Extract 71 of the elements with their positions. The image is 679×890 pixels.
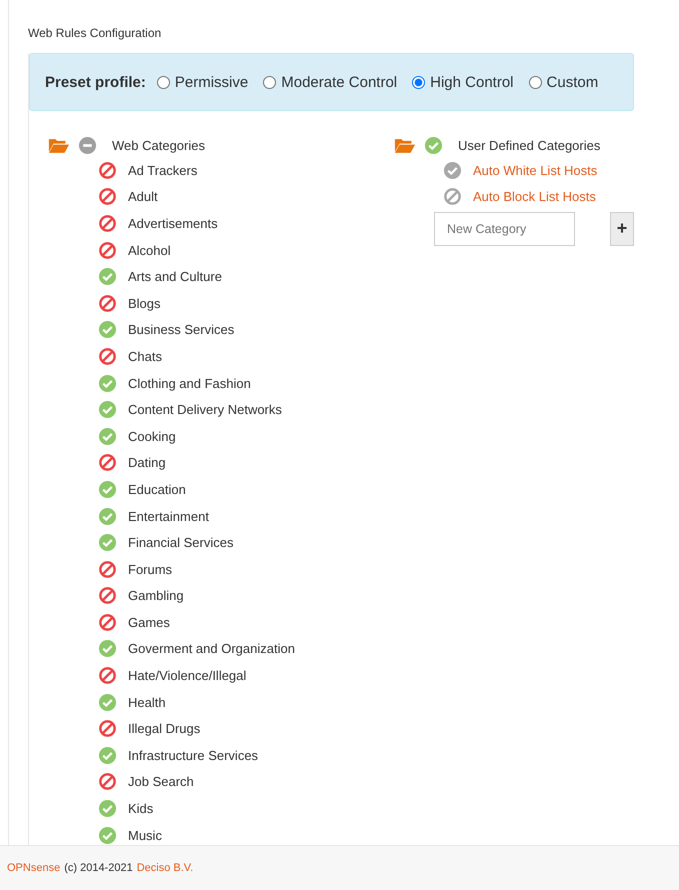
ban-icon[interactable] <box>98 560 117 579</box>
check-icon[interactable] <box>98 826 117 845</box>
ban-icon[interactable] <box>98 453 117 472</box>
check-icon[interactable] <box>98 639 117 658</box>
radio-option[interactable]: High Control <box>412 74 514 90</box>
radio-option[interactable]: Custom <box>528 74 598 90</box>
check-icon[interactable] <box>98 480 117 499</box>
ban-icon[interactable] <box>98 160 117 180</box>
category-link[interactable]: Auto Block List Hosts <box>473 189 596 204</box>
check-icon[interactable] <box>98 506 117 526</box>
category-link[interactable]: Auto White List Hosts <box>473 162 598 178</box>
check-icon[interactable] <box>98 267 117 286</box>
tree-node[interactable]: Forums <box>128 562 172 577</box>
tree-node[interactable]: Goverment and Organization <box>128 641 295 656</box>
tree-node[interactable]: Infrastructure Services <box>128 748 258 763</box>
ban-icon[interactable] <box>98 772 117 792</box>
tree-node[interactable]: Entertainment <box>128 508 209 524</box>
check-icon[interactable] <box>98 426 117 446</box>
tree-node[interactable]: Health <box>128 694 166 710</box>
minus-icon[interactable] <box>78 136 97 154</box>
ban-icon[interactable] <box>98 187 117 206</box>
tree-node[interactable]: Alcohol <box>128 242 171 258</box>
tree-node[interactable]: Clothing and Fashion <box>128 376 251 391</box>
check-icon[interactable] <box>98 400 117 420</box>
ban-icon[interactable] <box>98 612 117 632</box>
tree-node[interactable]: Illegal Drugs <box>128 721 200 736</box>
tree-node[interactable]: Adult <box>128 189 158 204</box>
tree-node[interactable]: Ad Trackers <box>128 162 198 178</box>
check-icon[interactable] <box>98 799 117 818</box>
new-category-field[interactable]: New Category <box>434 212 575 246</box>
radio-option[interactable]: Permissive <box>156 74 248 90</box>
ban-icon[interactable] <box>98 719 117 738</box>
tree-node[interactable]: Web Categories <box>112 138 205 152</box>
check-icon[interactable] <box>98 746 117 765</box>
ban-icon[interactable] <box>98 586 117 606</box>
tree-node[interactable]: Kids <box>128 801 154 816</box>
tree-node[interactable]: Business Services <box>128 322 234 338</box>
folder-icon[interactable] <box>48 136 70 154</box>
tree-node[interactable]: Chats <box>128 348 162 364</box>
tree-node[interactable]: Music <box>128 828 162 843</box>
add-button[interactable]: + <box>610 212 634 246</box>
copyright-text: (c) 2014-2021 <box>64 862 133 874</box>
tree-node[interactable]: Education <box>128 482 186 497</box>
tree-node[interactable]: Arts and Culture <box>128 269 222 284</box>
check-icon[interactable] <box>98 374 117 393</box>
tree-node[interactable]: Advertisements <box>128 216 218 231</box>
ban-icon[interactable] <box>443 187 462 206</box>
check-icon[interactable] <box>424 136 443 154</box>
radio-option[interactable]: Moderate Control <box>263 74 398 90</box>
section-title: Web Rules Configuration <box>28 26 162 42</box>
tree-node[interactable]: Dating <box>128 455 166 470</box>
tree-node[interactable]: Games <box>128 614 170 630</box>
folder-icon[interactable] <box>394 136 416 154</box>
ban-icon[interactable] <box>98 666 117 686</box>
tree-node[interactable]: Blogs <box>128 296 161 311</box>
tree-node[interactable]: Hate/Violence/Illegal <box>128 668 246 684</box>
preset-label: Preset profile: <box>45 74 146 90</box>
ban-icon[interactable] <box>98 214 117 233</box>
ban-icon[interactable] <box>98 240 117 260</box>
ban-icon[interactable] <box>98 294 117 313</box>
tree-node[interactable]: Gambling <box>128 588 184 604</box>
check-icon[interactable] <box>98 320 117 340</box>
check-icon[interactable] <box>443 160 462 180</box>
tree-node[interactable]: Financial Services <box>128 535 234 550</box>
check-icon[interactable] <box>98 533 117 552</box>
ban-icon[interactable] <box>98 346 117 366</box>
tree-node[interactable]: Job Search <box>128 774 194 790</box>
tree-node[interactable]: Cooking <box>128 428 176 444</box>
tree-node[interactable]: Content Delivery Networks <box>128 402 282 418</box>
tree-node[interactable]: User Defined Categories <box>458 138 600 152</box>
check-icon[interactable] <box>98 692 117 712</box>
